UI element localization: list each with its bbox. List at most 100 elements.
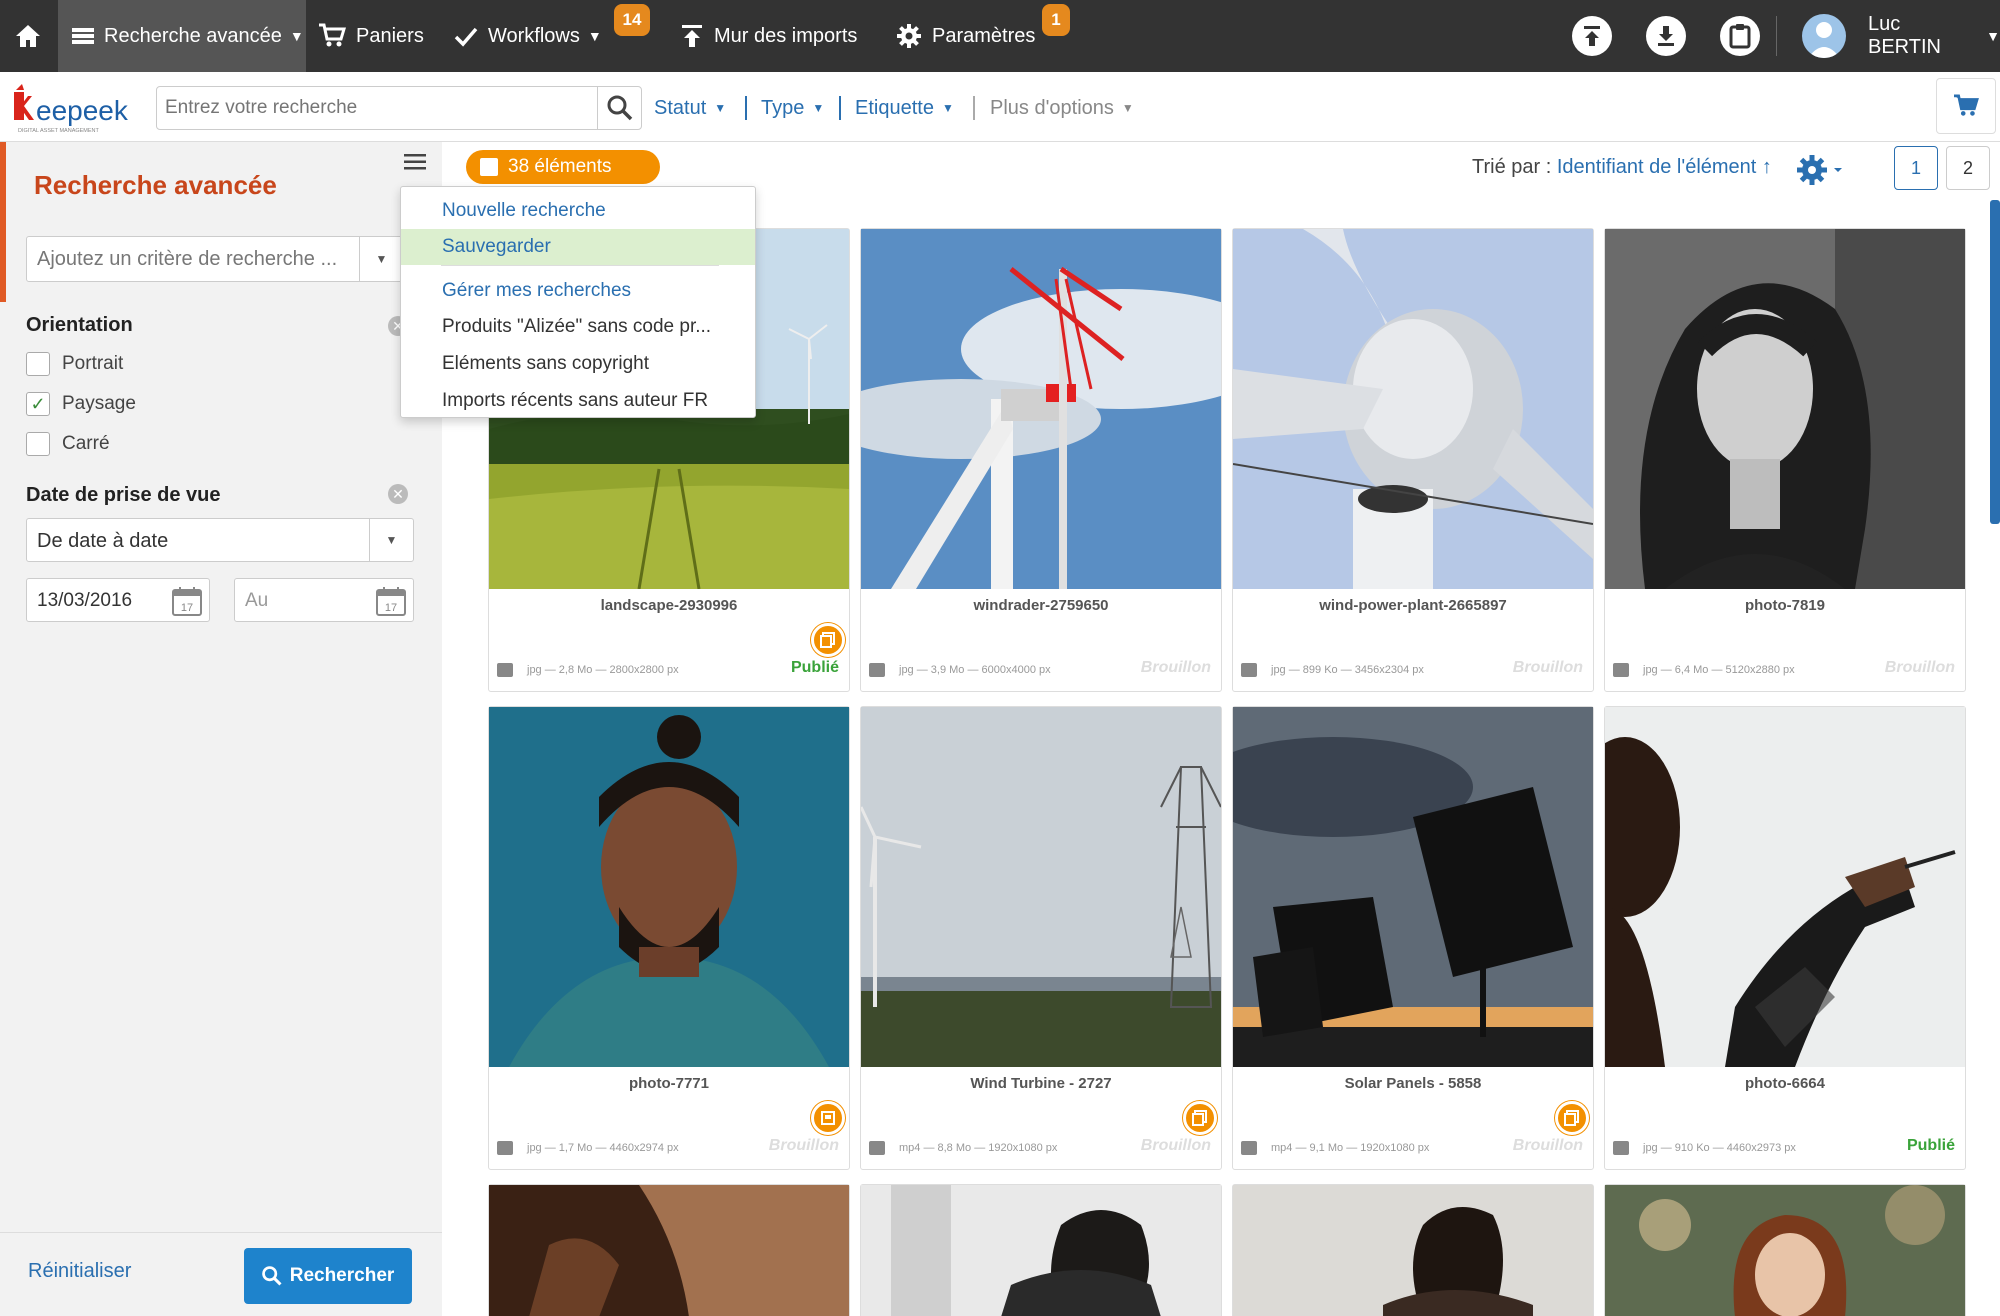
nav-advanced-search[interactable]: Recherche avancée ▼ bbox=[72, 0, 304, 72]
search-input[interactable] bbox=[165, 87, 585, 129]
menu-item-new-search[interactable]: Nouvelle recherche bbox=[401, 193, 755, 229]
original-icon[interactable] bbox=[811, 623, 845, 657]
clipboard-button[interactable] bbox=[1720, 16, 1760, 56]
more-options-label: Plus d'options bbox=[990, 96, 1114, 119]
filter-label[interactable]: Etiquette ▼ bbox=[855, 94, 954, 122]
asset-card[interactable]: windrader-2759650 jpg — 3,9 Mo — 6000x40… bbox=[860, 228, 1222, 692]
video-icon bbox=[869, 1141, 885, 1155]
page-2-button[interactable]: 2 bbox=[1946, 146, 1990, 190]
status-badge: Brouillon bbox=[1512, 1137, 1583, 1154]
orientation-portrait[interactable]: Portrait bbox=[26, 352, 123, 376]
date-to-placeholder: Au bbox=[245, 590, 269, 611]
asset-thumbnail[interactable] bbox=[1605, 229, 1965, 589]
divider bbox=[839, 96, 841, 120]
chevron-down-icon: ▼ bbox=[812, 101, 825, 115]
image-icon bbox=[1613, 663, 1629, 677]
date-from-field[interactable]: 13/03/2016 17 bbox=[26, 578, 210, 622]
reset-link[interactable]: Réinitialiser bbox=[28, 1260, 131, 1283]
keepeek-logo[interactable]: eepeek DIGITAL ASSET MANAGEMENT bbox=[8, 82, 138, 138]
asset-thumbnail[interactable] bbox=[861, 229, 1221, 589]
settings-badge: 1 bbox=[1042, 4, 1070, 36]
asset-card[interactable] bbox=[1604, 1184, 1966, 1316]
asset-card[interactable]: photo-6664 jpg — 910 Ko — 4460x2973 px P… bbox=[1604, 706, 1966, 1170]
asset-card[interactable] bbox=[488, 1184, 850, 1316]
menu-item-saved-search[interactable]: Imports récents sans auteur FR bbox=[401, 383, 755, 419]
checkbox-square[interactable] bbox=[26, 432, 50, 456]
asset-name: Wind Turbine - 2727 bbox=[970, 1075, 1112, 1092]
asset-thumbnail[interactable] bbox=[1233, 707, 1593, 1067]
page-1-button[interactable]: 1 bbox=[1894, 146, 1938, 190]
calendar-icon[interactable]: 17 bbox=[375, 585, 407, 617]
filter-type[interactable]: Type ▼ bbox=[761, 94, 824, 122]
original-icon[interactable] bbox=[1183, 1101, 1217, 1135]
asset-thumbnail[interactable] bbox=[861, 707, 1221, 1067]
status-badge: Brouillon bbox=[1140, 1137, 1211, 1154]
logo-text: eepeek bbox=[36, 95, 129, 126]
cart-button[interactable] bbox=[1936, 78, 1996, 134]
menu-item-saved-search[interactable]: Produits "Alizée" sans code pr... bbox=[401, 309, 755, 345]
nav-workflows[interactable]: Workflows ▼ bbox=[454, 0, 602, 72]
original-icon[interactable] bbox=[811, 1101, 845, 1135]
asset-thumbnail[interactable] bbox=[1605, 707, 1965, 1067]
asset-thumbnail[interactable] bbox=[1233, 229, 1593, 589]
asset-card[interactable]: wind-power-plant-2665897 jpg — 899 Ko — … bbox=[1232, 228, 1594, 692]
sidebar-title: Recherche avancée bbox=[34, 170, 277, 200]
date-to-field[interactable]: Au 17 bbox=[234, 578, 414, 622]
nav-imports-wall[interactable]: Mur des imports bbox=[680, 0, 857, 72]
criteria-select[interactable]: Ajoutez un critère de recherche ... ▼ bbox=[26, 236, 404, 282]
date-mode-select[interactable]: De date à date ▼ bbox=[26, 518, 414, 562]
asset-thumbnail[interactable] bbox=[1233, 1185, 1593, 1316]
filter-status[interactable]: Statut ▼ bbox=[654, 94, 726, 122]
filter-status-label: Statut bbox=[654, 96, 707, 119]
chevron-down-icon[interactable]: ▼ bbox=[359, 237, 403, 281]
select-all-count[interactable]: 38 éléments bbox=[466, 150, 660, 184]
image-icon bbox=[1613, 1141, 1629, 1155]
select-all-checkbox[interactable] bbox=[480, 158, 498, 176]
user-menu[interactable]: Luc BERTIN ▼ bbox=[1868, 0, 2000, 72]
menu-divider bbox=[441, 265, 719, 266]
hamburger-menu-button[interactable] bbox=[404, 152, 430, 174]
upload-button[interactable] bbox=[1572, 16, 1612, 56]
gear-icon bbox=[897, 24, 921, 48]
more-options[interactable]: Plus d'options ▼ bbox=[990, 94, 1134, 122]
asset-card[interactable]: Solar Panels - 5858 mp4 — 9,1 Mo — 1920x… bbox=[1232, 706, 1594, 1170]
asset-card[interactable]: photo-7819 jpg — 6,4 Mo — 5120x2880 px B… bbox=[1604, 228, 1966, 692]
asset-thumbnail[interactable] bbox=[1605, 1185, 1965, 1316]
search-submit-button[interactable]: Rechercher bbox=[244, 1248, 412, 1304]
avatar[interactable] bbox=[1802, 14, 1846, 58]
asset-thumbnail[interactable] bbox=[489, 1185, 849, 1316]
scrollbar[interactable] bbox=[1990, 200, 2000, 524]
orientation-landscape[interactable]: ✓ Paysage bbox=[26, 392, 136, 416]
asset-card[interactable]: Wind Turbine - 2727 mp4 — 8,8 Mo — 1920x… bbox=[860, 706, 1222, 1170]
asset-thumbnail[interactable] bbox=[861, 1185, 1221, 1316]
nav-baskets[interactable]: Paniers bbox=[318, 0, 424, 72]
asset-meta-text: jpg — 3,9 Mo — 6000x4000 px bbox=[899, 664, 1051, 676]
home-icon[interactable] bbox=[14, 0, 52, 72]
orientation-square[interactable]: Carré bbox=[26, 432, 110, 456]
calendar-icon[interactable]: 17 bbox=[171, 585, 203, 617]
nav-settings[interactable]: Paramètres bbox=[896, 0, 1035, 72]
original-icon[interactable] bbox=[1555, 1101, 1589, 1135]
date-title: Date de prise de vue bbox=[26, 484, 221, 506]
download-button[interactable] bbox=[1646, 16, 1686, 56]
upload-icon bbox=[682, 25, 702, 47]
menu-item-manage-searches[interactable]: Gérer mes recherches bbox=[401, 273, 755, 309]
asset-card[interactable]: photo-7771 jpg — 1,7 Mo — 4460x2974 px B… bbox=[488, 706, 850, 1170]
checkbox-landscape[interactable]: ✓ bbox=[26, 392, 50, 416]
menu-item-saved-search[interactable]: Eléments sans copyright bbox=[401, 346, 755, 382]
status-badge: Brouillon bbox=[768, 1137, 839, 1154]
asset-meta-text: jpg — 910 Ko — 4460x2973 px bbox=[1643, 1142, 1796, 1154]
search-button[interactable] bbox=[597, 87, 641, 129]
asset-card[interactable] bbox=[860, 1184, 1222, 1316]
orientation-portrait-label: Portrait bbox=[62, 353, 124, 374]
checkbox-portrait[interactable] bbox=[26, 352, 50, 376]
asset-card[interactable] bbox=[1232, 1184, 1594, 1316]
display-settings-button[interactable] bbox=[1794, 152, 1844, 193]
chevron-down-icon[interactable]: ▼ bbox=[369, 519, 413, 561]
clear-date-icon[interactable]: ✕ bbox=[388, 484, 408, 504]
sort-value[interactable]: Identifiant de l'élément ↑ bbox=[1557, 156, 1772, 178]
user-name: Luc BERTIN bbox=[1868, 13, 1941, 58]
sort-by[interactable]: Trié par : Identifiant de l'élément ↑ bbox=[1472, 156, 1772, 179]
menu-item-save[interactable]: Sauvegarder bbox=[401, 229, 755, 265]
asset-thumbnail[interactable] bbox=[489, 707, 849, 1067]
